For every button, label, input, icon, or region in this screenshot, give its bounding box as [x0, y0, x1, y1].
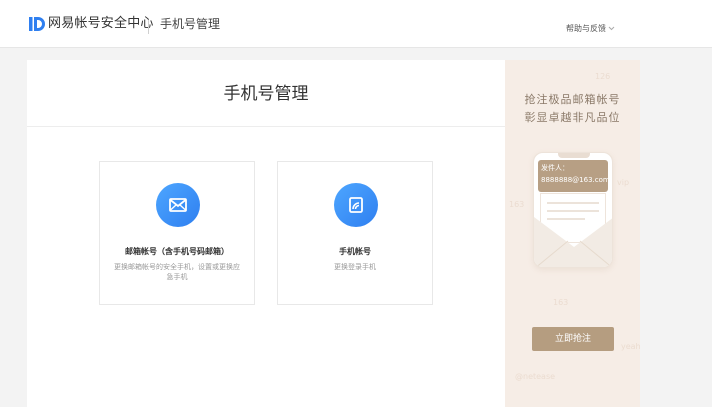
page-margin: [640, 48, 712, 407]
help-feedback-link[interactable]: 帮助与反馈: [566, 23, 606, 35]
breadcrumb-current: 手机号管理: [160, 17, 221, 31]
email-option-title: 邮箱帐号（含手机号码邮箱）: [125, 247, 229, 256]
top-header: 网易帐号安全中心 手机号管理 帮助与反馈: [0, 0, 712, 48]
chevron-down-icon[interactable]: [608, 25, 615, 32]
letter-line: [547, 202, 599, 204]
ad-headline-2: 彰显卓越非凡品位: [524, 111, 621, 124]
netease-logo-icon[interactable]: [28, 15, 46, 33]
email-option-desc: 更换邮箱帐号的安全手机，设置或更换应急手机: [114, 263, 240, 281]
main-card: 手机号管理 邮箱帐号（含手机号码邮箱） 更换邮箱帐号的安全手机，设置或更换应急手…: [27, 60, 505, 407]
deco-text: yeah: [621, 342, 640, 351]
envelope-icon: [169, 198, 187, 212]
deco-text: 163: [509, 200, 525, 209]
phone-account-option[interactable]: 手机帐号 更换登录手机: [277, 161, 433, 305]
deco-text: @netease: [515, 372, 556, 381]
phone-option-title: 手机帐号: [339, 247, 371, 256]
header-divider: [148, 20, 149, 34]
deco-text: vip: [617, 178, 630, 187]
deco-text: 163: [553, 298, 569, 307]
sender-email: 8888888@163.com: [541, 176, 610, 184]
email-account-option[interactable]: 邮箱帐号（含手机号码邮箱） 更换邮箱帐号的安全手机，设置或更换应急手机: [99, 161, 255, 305]
sender-card: 发件人： 8888888@163.com: [538, 160, 610, 192]
envelope-illustration: [534, 217, 612, 267]
title-divider: [27, 126, 505, 127]
brand-title[interactable]: 网易帐号安全中心: [48, 16, 154, 32]
page-title: 手机号管理: [223, 84, 309, 104]
sender-label: 发件人：: [541, 164, 569, 172]
email-icon-badge: [156, 183, 200, 227]
phone-icon-badge: [334, 183, 378, 227]
phone-option-desc: 更换登录手机: [334, 263, 376, 271]
deco-text: 126: [595, 72, 611, 81]
ad-headline-1: 抢注极品邮箱帐号: [524, 93, 621, 106]
register-now-button[interactable]: 立即抢注: [532, 327, 614, 351]
letter-line: [547, 210, 599, 212]
phone-account-icon: [349, 197, 363, 213]
phone-notch: [558, 153, 590, 158]
promo-ad-panel[interactable]: 126 163 vip 163 yeah @netease 抢注极品邮箱帐号 彰…: [505, 60, 640, 407]
phone-illustration: 发件人： 8888888@163.com: [533, 152, 613, 268]
